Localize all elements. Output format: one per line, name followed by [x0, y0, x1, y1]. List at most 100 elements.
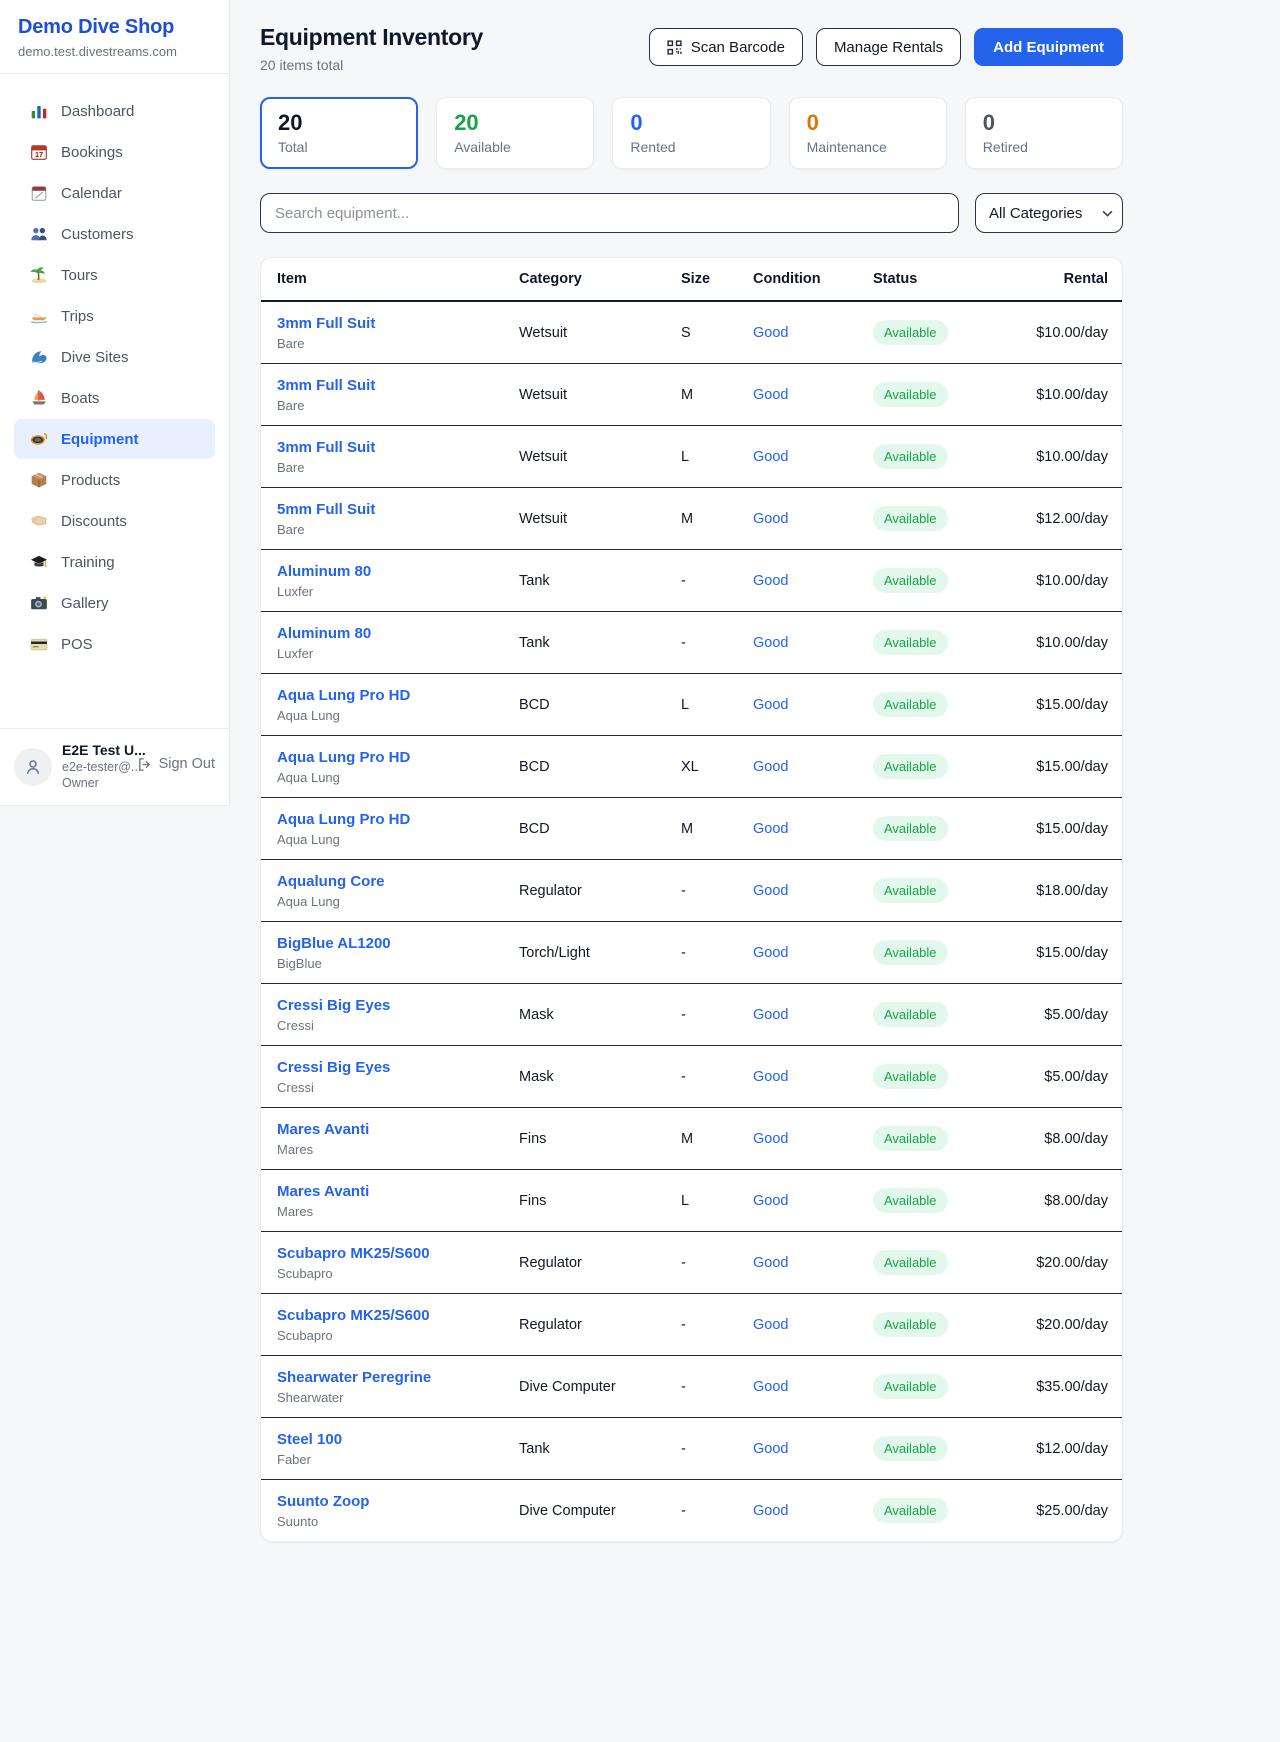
- sidebar-item-products[interactable]: Products: [14, 460, 215, 500]
- condition-link[interactable]: Good: [753, 1193, 788, 1209]
- table-row[interactable]: Cressi Big Eyes Cressi Mask - Good Avail…: [261, 1046, 1123, 1108]
- item-name-link[interactable]: 3mm Full Suit: [277, 315, 503, 332]
- table-row[interactable]: 5mm Full Suit Bare Wetsuit M Good Availa…: [261, 488, 1123, 550]
- item-name-link[interactable]: Cressi Big Eyes: [277, 997, 503, 1014]
- status-badge: Available: [873, 568, 948, 593]
- sidebar-item-discounts[interactable]: Discounts: [14, 501, 215, 541]
- table-row[interactable]: Steel 100 Faber Tank - Good Available $1…: [261, 1418, 1123, 1480]
- item-rental: $5.00/day: [1007, 1046, 1123, 1108]
- table-header-row: Item Category Size Condition Status Rent…: [261, 258, 1123, 301]
- table-row[interactable]: Cressi Big Eyes Cressi Mask - Good Avail…: [261, 984, 1123, 1046]
- sidebar-item-tours[interactable]: Tours: [14, 255, 215, 295]
- item-name-link[interactable]: Aqua Lung Pro HD: [277, 749, 503, 766]
- item-brand: Aqua Lung: [277, 708, 503, 723]
- condition-link[interactable]: Good: [753, 511, 788, 527]
- item-name-link[interactable]: Suunto Zoop: [277, 1493, 503, 1510]
- stat-card-maintenance[interactable]: 0Maintenance: [789, 97, 947, 169]
- status-badge: Available: [873, 444, 948, 469]
- item-category: Tank: [511, 550, 673, 612]
- condition-link[interactable]: Good: [753, 945, 788, 961]
- item-name-link[interactable]: Aluminum 80: [277, 625, 503, 642]
- item-name-link[interactable]: Aqua Lung Pro HD: [277, 811, 503, 828]
- item-size: -: [673, 1356, 745, 1418]
- sidebar-item-bookings[interactable]: 17Bookings: [14, 132, 215, 172]
- table-row[interactable]: 3mm Full Suit Bare Wetsuit S Good Availa…: [261, 301, 1123, 364]
- condition-link[interactable]: Good: [753, 1317, 788, 1333]
- item-name-link[interactable]: 5mm Full Suit: [277, 501, 503, 518]
- item-name-link[interactable]: Aluminum 80: [277, 563, 503, 580]
- sidebar-item-dive-sites[interactable]: Dive Sites: [14, 337, 215, 377]
- sidebar-item-label: Boats: [61, 390, 99, 407]
- condition-link[interactable]: Good: [753, 1379, 788, 1395]
- condition-link[interactable]: Good: [753, 1007, 788, 1023]
- sidebar-item-trips[interactable]: Trips: [14, 296, 215, 336]
- condition-link[interactable]: Good: [753, 449, 788, 465]
- condition-link[interactable]: Good: [753, 883, 788, 899]
- item-name-link[interactable]: Aqua Lung Pro HD: [277, 687, 503, 704]
- item-name-link[interactable]: Shearwater Peregrine: [277, 1369, 503, 1386]
- sidebar-item-customers[interactable]: Customers: [14, 214, 215, 254]
- sidebar-item-gallery[interactable]: Gallery: [14, 583, 215, 623]
- table-row[interactable]: Mares Avanti Mares Fins L Good Available…: [261, 1170, 1123, 1232]
- condition-link[interactable]: Good: [753, 1441, 788, 1457]
- sidebar-item-dashboard[interactable]: Dashboard: [14, 91, 215, 131]
- item-name-link[interactable]: BigBlue AL1200: [277, 935, 503, 952]
- condition-link[interactable]: Good: [753, 387, 788, 403]
- equipment-table-card: Item Category Size Condition Status Rent…: [260, 257, 1123, 1542]
- condition-link[interactable]: Good: [753, 325, 788, 341]
- table-row[interactable]: Suunto Zoop Suunto Dive Computer - Good …: [261, 1480, 1123, 1542]
- sign-out-button[interactable]: Sign Out: [137, 756, 215, 772]
- sidebar-item-label: Customers: [61, 226, 134, 243]
- condition-link[interactable]: Good: [753, 1255, 788, 1271]
- table-row[interactable]: Shearwater Peregrine Shearwater Dive Com…: [261, 1356, 1123, 1418]
- add-equipment-button[interactable]: Add Equipment: [974, 28, 1123, 66]
- item-name-link[interactable]: Aqualung Core: [277, 873, 503, 890]
- condition-link[interactable]: Good: [753, 1503, 788, 1519]
- condition-link[interactable]: Good: [753, 759, 788, 775]
- table-row[interactable]: Aluminum 80 Luxfer Tank - Good Available…: [261, 612, 1123, 674]
- table-row[interactable]: Aqua Lung Pro HD Aqua Lung BCD L Good Av…: [261, 674, 1123, 736]
- condition-link[interactable]: Good: [753, 821, 788, 837]
- stat-card-rented[interactable]: 0Rented: [612, 97, 770, 169]
- condition-link[interactable]: Good: [753, 635, 788, 651]
- table-row[interactable]: 3mm Full Suit Bare Wetsuit L Good Availa…: [261, 426, 1123, 488]
- item-name-link[interactable]: Mares Avanti: [277, 1121, 503, 1138]
- category-select[interactable]: All Categories: [975, 193, 1123, 233]
- condition-link[interactable]: Good: [753, 1131, 788, 1147]
- sidebar-item-label: Discounts: [61, 513, 127, 530]
- manage-rentals-button[interactable]: Manage Rentals: [816, 28, 961, 66]
- table-row[interactable]: Scubapro MK25/S600 Scubapro Regulator - …: [261, 1232, 1123, 1294]
- item-rental: $10.00/day: [1007, 550, 1123, 612]
- table-row[interactable]: Aqua Lung Pro HD Aqua Lung BCD M Good Av…: [261, 798, 1123, 860]
- condition-link[interactable]: Good: [753, 573, 788, 589]
- item-name-link[interactable]: 3mm Full Suit: [277, 377, 503, 394]
- table-row[interactable]: Aluminum 80 Luxfer Tank - Good Available…: [261, 550, 1123, 612]
- table-row[interactable]: Mares Avanti Mares Fins M Good Available…: [261, 1108, 1123, 1170]
- sidebar-item-equipment[interactable]: Equipment: [14, 419, 215, 459]
- sidebar-item-boats[interactable]: Boats: [14, 378, 215, 418]
- stat-card-retired[interactable]: 0Retired: [965, 97, 1123, 169]
- table-row[interactable]: Aqualung Core Aqua Lung Regulator - Good…: [261, 860, 1123, 922]
- table-row[interactable]: Scubapro MK25/S600 Scubapro Regulator - …: [261, 1294, 1123, 1356]
- stat-card-total[interactable]: 20Total: [260, 97, 418, 169]
- search-input[interactable]: [260, 193, 959, 233]
- item-name-link[interactable]: Steel 100: [277, 1431, 503, 1448]
- item-name-link[interactable]: 3mm Full Suit: [277, 439, 503, 456]
- item-name-link[interactable]: Scubapro MK25/S600: [277, 1307, 503, 1324]
- scan-barcode-button[interactable]: Scan Barcode: [649, 28, 803, 66]
- sidebar-item-calendar[interactable]: Calendar: [14, 173, 215, 213]
- item-size: -: [673, 860, 745, 922]
- stat-card-available[interactable]: 20Available: [436, 97, 594, 169]
- item-name-link[interactable]: Mares Avanti: [277, 1183, 503, 1200]
- table-row[interactable]: BigBlue AL1200 BigBlue Torch/Light - Goo…: [261, 922, 1123, 984]
- condition-link[interactable]: Good: [753, 1069, 788, 1085]
- table-row[interactable]: Aqua Lung Pro HD Aqua Lung BCD XL Good A…: [261, 736, 1123, 798]
- item-name-link[interactable]: Scubapro MK25/S600: [277, 1245, 503, 1262]
- item-name-link[interactable]: Cressi Big Eyes: [277, 1059, 503, 1076]
- manage-rentals-label: Manage Rentals: [834, 39, 943, 56]
- table-row[interactable]: 3mm Full Suit Bare Wetsuit M Good Availa…: [261, 364, 1123, 426]
- sidebar-item-pos[interactable]: POS: [14, 624, 215, 664]
- brand-name[interactable]: Demo Dive Shop: [18, 16, 211, 39]
- condition-link[interactable]: Good: [753, 697, 788, 713]
- sidebar-item-training[interactable]: Training: [14, 542, 215, 582]
